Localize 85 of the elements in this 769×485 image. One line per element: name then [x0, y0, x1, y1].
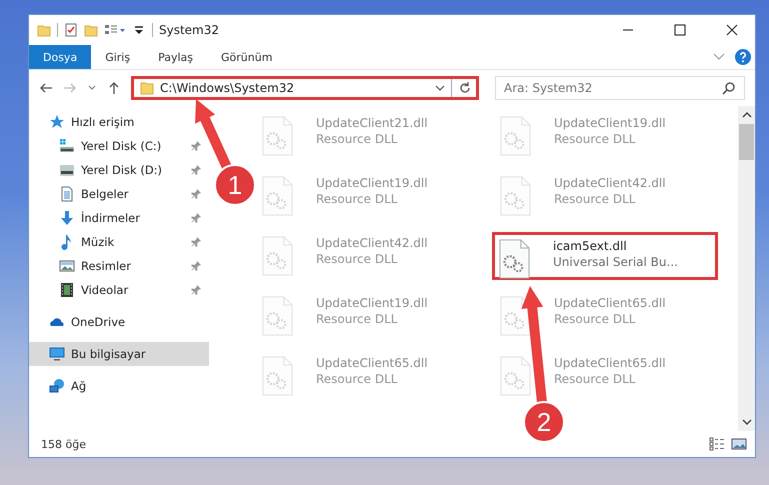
scroll-up-icon[interactable]	[742, 111, 752, 119]
gear-file-icon	[500, 116, 531, 156]
step-number: 1	[228, 170, 242, 200]
sidebar-item[interactable]: Yerel Disk (C:)	[29, 134, 209, 158]
file-type: Resource DLL	[554, 312, 636, 326]
download-icon	[59, 210, 75, 226]
sidebar-item[interactable]: Hızlı erişim	[29, 110, 142, 134]
file-type: Resource DLL	[554, 192, 636, 206]
refresh-icon[interactable]	[458, 81, 472, 95]
step-number: 2	[536, 407, 552, 437]
folder-icon	[140, 81, 154, 95]
system-drive-icon	[59, 138, 75, 154]
monitor-icon	[49, 346, 65, 362]
dropdown-caret-icon[interactable]	[435, 83, 445, 93]
up-icon[interactable]	[107, 81, 121, 95]
sidebar-item[interactable]: Videolar	[29, 278, 209, 302]
file-type: Universal Serial Bu...	[553, 255, 678, 269]
file-name: UpdateClient21.dll	[316, 116, 428, 130]
sidebar-item[interactable]: Belgeler	[29, 182, 209, 206]
pin-icon[interactable]	[191, 189, 201, 199]
gear-file-icon	[500, 356, 531, 396]
scrollbar-thumb[interactable]	[739, 124, 754, 160]
ribbon-tab[interactable]: Görünüm	[207, 45, 286, 69]
sidebar-item[interactable]: OneDrive	[29, 310, 134, 334]
file-name: UpdateClient42.dll	[316, 236, 428, 250]
pin-icon[interactable]	[191, 165, 201, 175]
gear-file-icon	[262, 296, 293, 336]
sidebar-item[interactable]: Resimler	[29, 254, 209, 278]
file-name: UpdateClient19.dll	[554, 116, 666, 130]
file-type: Resource DLL	[316, 192, 398, 206]
pin-icon[interactable]	[191, 261, 201, 271]
gear-file-icon	[262, 176, 293, 216]
drive-icon	[59, 162, 75, 178]
ribbon-tab[interactable]: Giriş	[91, 45, 144, 69]
back-icon[interactable]	[39, 81, 53, 95]
file-name: UpdateClient42.dll	[554, 176, 666, 190]
search-field[interactable]: Ara: System32	[495, 76, 745, 100]
pin-icon[interactable]	[191, 213, 201, 223]
help-icon[interactable]	[735, 49, 751, 65]
address-path: C:\Windows\System32	[160, 81, 294, 95]
gear-file-icon	[262, 116, 293, 156]
gear-file-icon	[500, 176, 531, 216]
maximize-icon	[674, 24, 686, 36]
pin-icon[interactable]	[191, 285, 201, 295]
address-bar[interactable]: C:\Windows\System32	[131, 76, 479, 100]
pin-icon[interactable]	[191, 141, 201, 151]
gear-file-icon	[262, 236, 293, 276]
scroll-down-icon[interactable]	[742, 418, 752, 426]
sidebar-item[interactable]: Yerel Disk (D:)	[29, 158, 209, 182]
file-type: Resource DLL	[554, 372, 636, 386]
file-name: UpdateClient65.dll	[316, 356, 428, 370]
details-view-icon[interactable]	[709, 437, 725, 451]
properties-icon[interactable]	[64, 23, 78, 37]
star-icon	[49, 114, 65, 130]
network-icon	[49, 378, 65, 394]
expand-ribbon-icon[interactable]	[713, 53, 725, 61]
file-type: Resource DLL	[316, 132, 398, 146]
file-type: Resource DLL	[316, 372, 398, 386]
file-type: Resource DLL	[554, 132, 636, 146]
gear-file-icon	[262, 356, 293, 396]
gear-file-icon	[499, 239, 530, 279]
close-icon	[726, 24, 738, 36]
file-item[interactable]: icam5ext.dll Universal Serial Bu...	[492, 232, 718, 280]
item-count: 158 öğe	[41, 438, 86, 450]
file-type: Resource DLL	[316, 252, 398, 266]
sidebar-item[interactable]: İndirmeler	[29, 206, 209, 230]
sidebar-item[interactable]: Bu bilgisayar	[29, 342, 209, 366]
large-icons-view-icon[interactable]	[731, 437, 747, 451]
document-icon	[59, 186, 75, 202]
file-name: UpdateClient19.dll	[316, 296, 428, 310]
film-icon	[59, 282, 75, 298]
file-name: UpdateClient65.dll	[554, 296, 666, 310]
ribbon-tab[interactable]: Dosya	[29, 45, 92, 69]
file-name: UpdateClient65.dll	[554, 356, 666, 370]
pin-icon[interactable]	[191, 237, 201, 247]
sidebar-item[interactable]: Müzik	[29, 230, 209, 254]
view-options-icon[interactable]	[104, 23, 126, 37]
ribbon-tab[interactable]: Paylaş	[144, 45, 207, 69]
sidebar-item[interactable]: Ağ	[29, 374, 94, 398]
file-name: icam5ext.dll	[553, 239, 628, 253]
file-type: Resource DLL	[316, 312, 398, 326]
file-name: UpdateClient19.dll	[316, 176, 428, 190]
pictures-icon	[59, 258, 75, 274]
window-title: System32	[159, 23, 220, 37]
search-icon	[722, 81, 736, 95]
